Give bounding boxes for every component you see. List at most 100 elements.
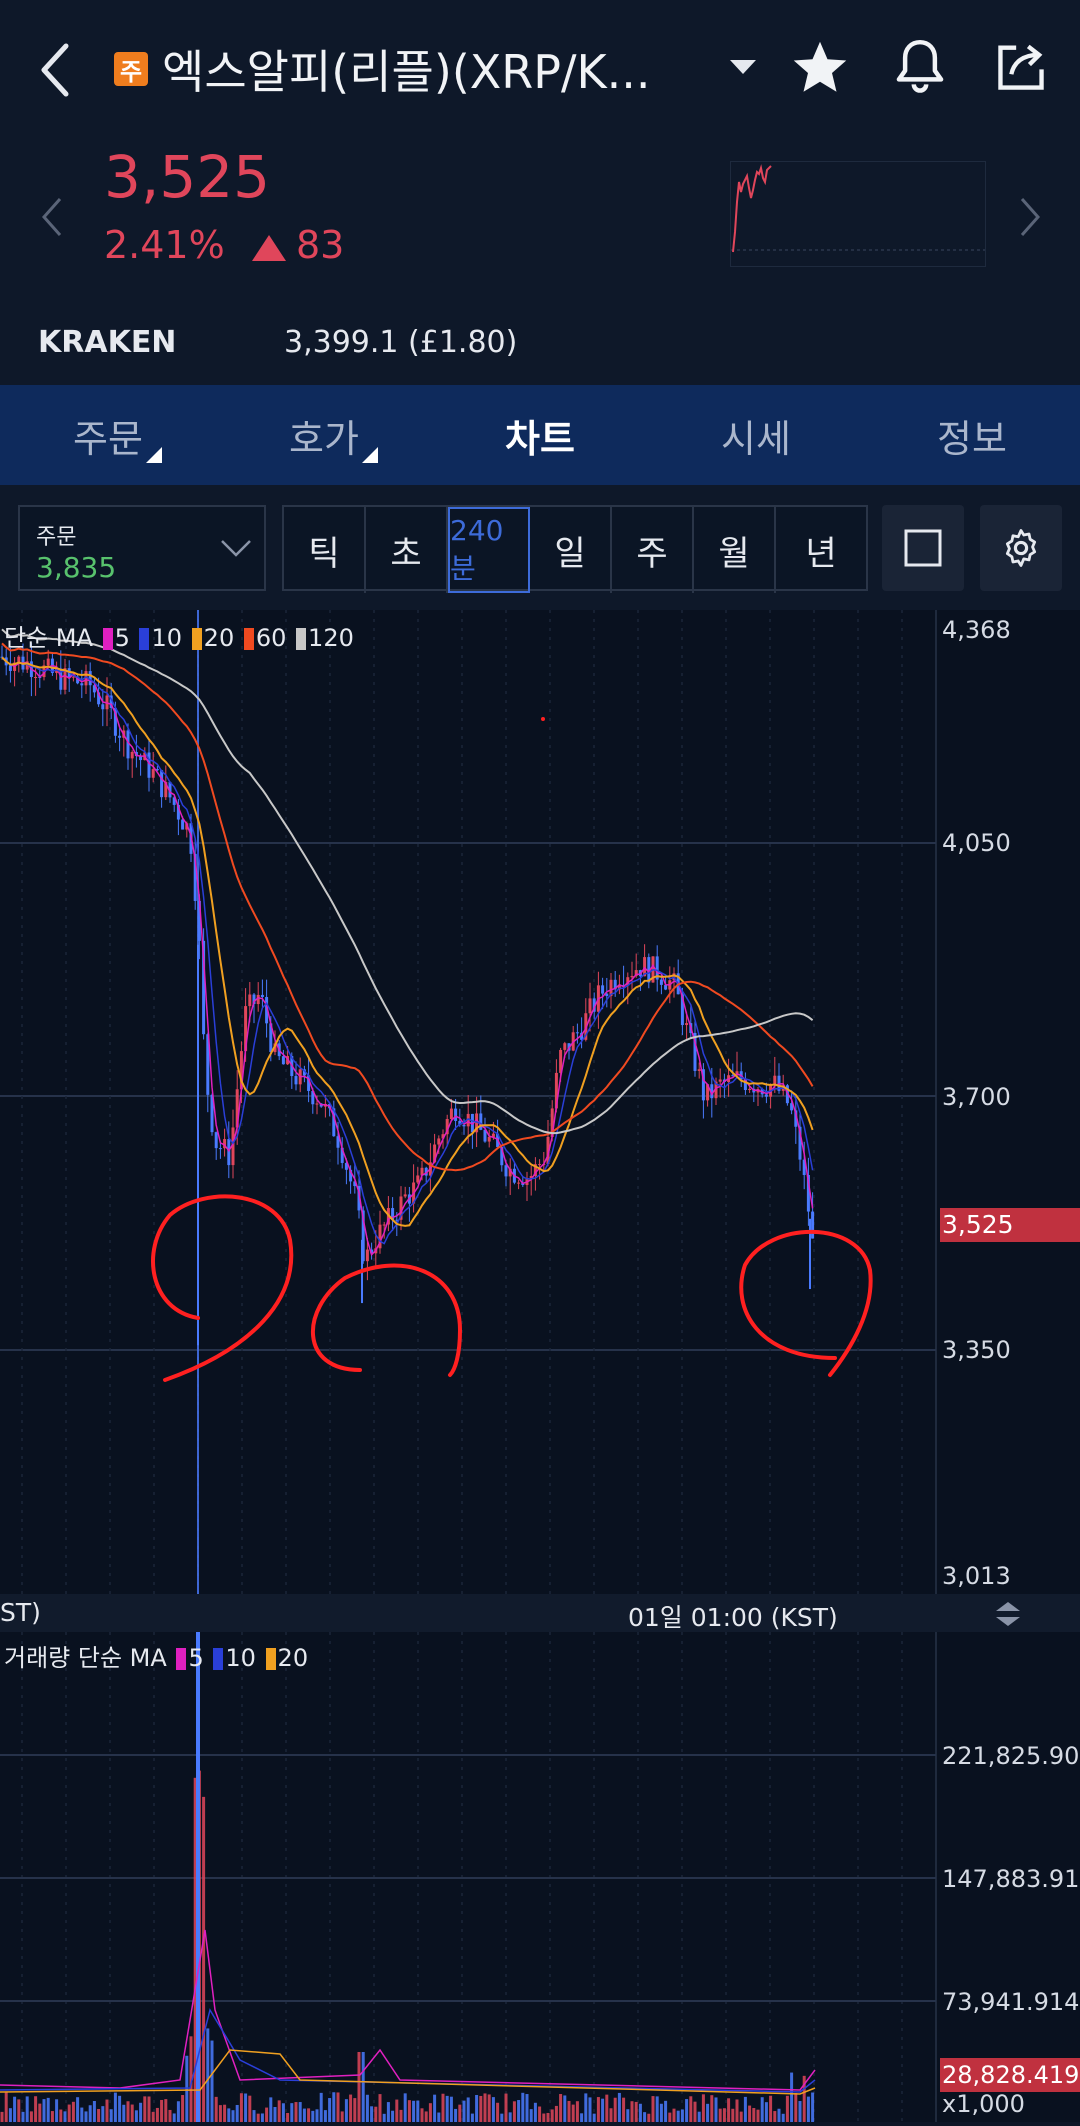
- volume-bar: [592, 2113, 596, 2122]
- ma60-line: [1, 642, 814, 1172]
- timeframe-tick[interactable]: 틱: [284, 507, 366, 593]
- volume-bar: [307, 2108, 311, 2122]
- volume-bar: [239, 2093, 243, 2122]
- candle-body: [487, 1136, 491, 1142]
- candle-body: [538, 1164, 542, 1166]
- volume-bar: [164, 2099, 168, 2122]
- x-axis-strip: [0, 1594, 1080, 1632]
- candle-body: [151, 769, 155, 778]
- volume-bar: [361, 2052, 365, 2122]
- volume-bar: [718, 2108, 722, 2122]
- volume-bar: [302, 2108, 306, 2122]
- volume-bar: [231, 2110, 235, 2122]
- candle-body: [563, 1043, 567, 1050]
- page-title[interactable]: 엑스알피(리플)(XRP/K...: [162, 36, 651, 102]
- ma10-label: 10: [151, 624, 183, 652]
- volume-bar: [731, 2108, 735, 2122]
- volume-bar: [147, 2096, 151, 2122]
- tab-market-price[interactable]: 시세: [648, 385, 864, 485]
- bell-icon[interactable]: [890, 36, 950, 98]
- candle-body: [365, 1249, 369, 1262]
- volume-bar: [374, 2106, 378, 2122]
- timeframe-240min[interactable]: 240분: [448, 507, 530, 593]
- volume-bar: [466, 2097, 470, 2122]
- resize-arrows-icon[interactable]: [992, 1600, 1024, 1628]
- volume-bar: [172, 2113, 176, 2122]
- volume-unit-label: x1,000: [942, 2090, 1025, 2118]
- chart-settings-button[interactable]: [980, 505, 1062, 591]
- order-select[interactable]: 주문 3,835: [18, 505, 266, 591]
- vol-ma10-swatch: [213, 1648, 224, 1670]
- back-arrow-icon[interactable]: [36, 40, 76, 100]
- volume-bar: [626, 2109, 630, 2122]
- volume-bar: [638, 2103, 642, 2122]
- volume-bar: [319, 2092, 323, 2122]
- volume-bar: [475, 2094, 479, 2122]
- volume-bar: [449, 2096, 453, 2122]
- volume-bar: [353, 2098, 357, 2122]
- candle-body: [697, 1069, 701, 1071]
- drawing-toggle-button[interactable]: [882, 505, 964, 591]
- gear-icon: [1000, 527, 1042, 569]
- candle-body: [685, 1023, 689, 1026]
- timeframe-month[interactable]: 월: [694, 507, 776, 593]
- exchange-value: 3,399.1 (£1.80): [284, 325, 518, 360]
- volume-bar: [84, 2111, 88, 2122]
- chevron-left-icon[interactable]: [40, 195, 64, 239]
- chevron-right-icon[interactable]: [1018, 195, 1042, 239]
- tab-orderbook[interactable]: 호가: [216, 385, 432, 485]
- tab-order[interactable]: 주문: [0, 385, 216, 485]
- tab-info[interactable]: 정보: [864, 385, 1080, 485]
- vol-ma20-swatch: [265, 1648, 276, 1670]
- volume-bar: [311, 2110, 315, 2122]
- volume-bar: [722, 2108, 726, 2122]
- dropdown-caret-icon[interactable]: [730, 60, 756, 76]
- volume-bar: [206, 2028, 210, 2122]
- volume-bar: [97, 2108, 101, 2122]
- volume-bar: [92, 2100, 96, 2122]
- volume-bar: [714, 2097, 718, 2122]
- volume-bar: [773, 2111, 777, 2122]
- volume-bar: [286, 2112, 290, 2122]
- volume-bar: [496, 2102, 500, 2122]
- candle-body: [281, 1056, 285, 1065]
- tab-label: 정보: [937, 416, 1007, 461]
- volume-bar: [764, 2102, 768, 2122]
- volume-bar: [8, 2108, 12, 2122]
- tab-label: 차트: [505, 416, 575, 461]
- volume-bar: [118, 2095, 122, 2122]
- volume-bar: [260, 2113, 264, 2122]
- volume-bar: [601, 2098, 605, 2122]
- volume-bar: [630, 2101, 634, 2122]
- volume-bar: [643, 2112, 647, 2122]
- volume-bar: [441, 2093, 445, 2122]
- volume-bar: [428, 2103, 432, 2122]
- volume-bar: [113, 2092, 117, 2122]
- tab-chart[interactable]: 차트: [432, 385, 648, 485]
- timeframe-day[interactable]: 일: [530, 507, 612, 593]
- price-chart-svg[interactable]: [0, 610, 1080, 2122]
- ma20-swatch: [191, 628, 202, 650]
- volume-bar: [340, 2111, 344, 2122]
- candle-body: [130, 752, 134, 759]
- timeframe-second[interactable]: 초: [366, 507, 448, 593]
- timeframe-week[interactable]: 주: [612, 507, 694, 593]
- volume-current-tag: 28,828.419: [940, 2058, 1080, 2092]
- chart-area[interactable]: [0, 610, 1080, 2122]
- timeframe-year[interactable]: 년: [776, 507, 866, 593]
- volume-y-tick-label: 73,941.914: [942, 1988, 1080, 2016]
- volume-bar: [554, 2105, 558, 2122]
- volume-bar: [479, 2095, 483, 2122]
- ma120-swatch: [296, 628, 307, 650]
- tab-label: 시세: [721, 416, 791, 461]
- volume-bar: [269, 2097, 273, 2122]
- volume-bar: [445, 2095, 449, 2122]
- star-icon[interactable]: [790, 38, 850, 98]
- volume-bar: [575, 2101, 579, 2122]
- volume-bar: [668, 2112, 672, 2122]
- candle-body: [449, 1108, 453, 1120]
- volume-bar: [63, 2111, 67, 2122]
- candle-body: [315, 1103, 319, 1105]
- share-icon[interactable]: [992, 38, 1050, 96]
- order-select-label: 주문: [36, 525, 77, 550]
